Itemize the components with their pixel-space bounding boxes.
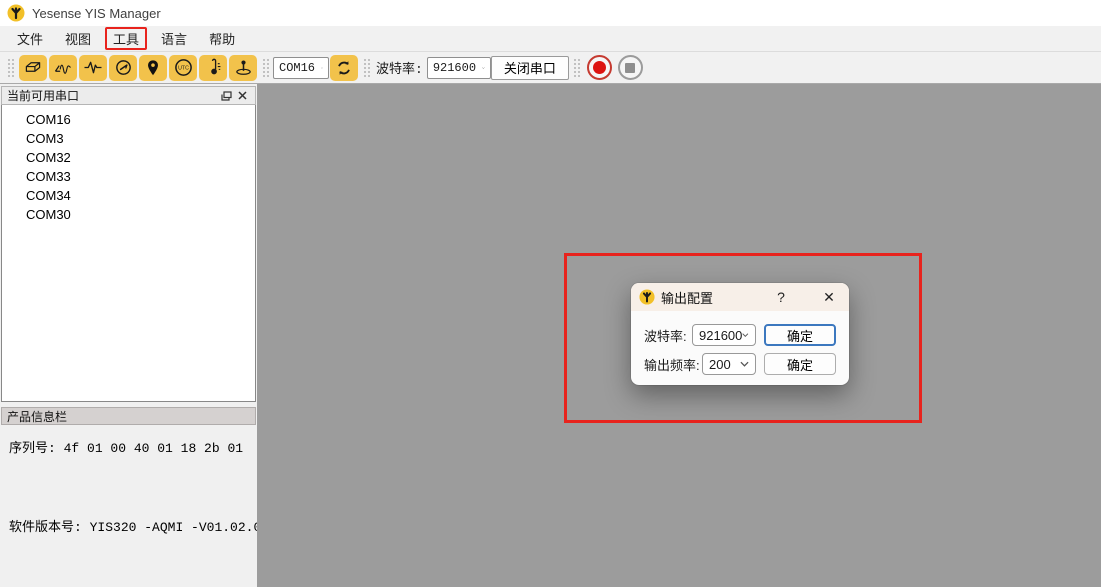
window-title: Yesense YIS Manager xyxy=(32,6,161,21)
close-icon xyxy=(238,91,247,100)
joystick-icon xyxy=(234,58,253,77)
toolbar-grip-handle[interactable] xyxy=(573,57,580,79)
toolbar-grip-handle[interactable] xyxy=(262,57,269,79)
menu-bar: 文件 视图 工具 语言 帮助 xyxy=(0,26,1101,52)
ports-panel-header: 当前可用串口 xyxy=(1,86,256,105)
menu-view[interactable]: 视图 xyxy=(57,27,99,50)
ports-panel-title: 当前可用串口 xyxy=(7,87,79,104)
gauge-icon xyxy=(114,58,133,77)
software-version-label: 软件版本号: xyxy=(9,520,82,535)
svg-text:UTC: UTC xyxy=(178,65,189,71)
utc-time-button[interactable]: UTC xyxy=(169,55,197,81)
dialog-output-rate-select[interactable]: 200 xyxy=(702,353,756,375)
serial-number-value: 4f 01 00 40 01 18 2b 01 xyxy=(64,441,243,456)
toolbar-grip-handle[interactable] xyxy=(363,57,370,79)
thermometer-icon xyxy=(204,58,223,77)
software-version-line: 软件版本号: YIS320 -AQMI -V01.02.03; xyxy=(9,516,248,535)
baud-rate-value: 921600 xyxy=(433,61,476,75)
serial-number-line: 序列号: 4f 01 00 40 01 18 2b 01 xyxy=(9,437,248,456)
dialog-body: 波特率: 921600 确定 输出频率: 200 xyxy=(631,311,849,375)
wave-angle-icon xyxy=(53,59,73,76)
refresh-ports-button[interactable] xyxy=(330,55,358,81)
workspace: 输出配置 ? ✕ 波特率: 921600 确定 xyxy=(257,84,1101,587)
location-pin-icon xyxy=(144,59,162,77)
view-3d-button[interactable] xyxy=(19,55,47,81)
dialog-close-button[interactable]: ✕ xyxy=(819,287,839,307)
record-button[interactable] xyxy=(587,55,612,80)
gauge-button[interactable] xyxy=(109,55,137,81)
product-info-area: 序列号: 4f 01 00 40 01 18 2b 01 软件版本号: YIS3… xyxy=(1,425,256,587)
dialog-baud-label: 波特率: xyxy=(644,326,687,345)
menu-help[interactable]: 帮助 xyxy=(201,27,243,50)
menu-language[interactable]: 语言 xyxy=(153,27,195,50)
utc-clock-icon: UTC xyxy=(174,58,193,77)
output-rate-row: 输出频率: 200 确定 xyxy=(644,353,836,375)
port-list-item[interactable]: COM3 xyxy=(2,129,255,148)
temperature-button[interactable] xyxy=(199,55,227,81)
port-list-item[interactable]: COM32 xyxy=(2,148,255,167)
waveform-icon xyxy=(83,59,103,76)
toolbar: UTC COM16 xyxy=(0,52,1101,84)
chevron-down-icon xyxy=(742,332,749,338)
menu-tools[interactable]: 工具 xyxy=(105,27,147,50)
baud-rate-select[interactable]: 921600 xyxy=(427,57,491,79)
app-window: Yesense YIS Manager 文件 视图 工具 语言 帮助 xyxy=(0,0,1101,587)
dialog-title-bar: 输出配置 ? ✕ xyxy=(631,283,849,311)
record-icon xyxy=(593,61,606,74)
left-dock-panel: 当前可用串口 COM16 COM3 COM32 CO xyxy=(0,84,257,587)
stop-icon xyxy=(625,63,635,73)
dialog-baud-select[interactable]: 921600 xyxy=(692,324,756,346)
close-panel-button[interactable] xyxy=(234,88,250,103)
serial-number-label: 序列号: xyxy=(9,441,56,456)
menu-file[interactable]: 文件 xyxy=(9,27,51,50)
float-panel-button[interactable] xyxy=(218,88,234,103)
refresh-icon xyxy=(335,59,353,77)
port-list-item[interactable]: COM30 xyxy=(2,205,255,224)
chevron-down-icon xyxy=(740,361,749,367)
dialog-title: 输出配置 xyxy=(661,288,765,307)
port-list-item[interactable]: COM34 xyxy=(2,186,255,205)
output-config-dialog: 输出配置 ? ✕ 波特率: 921600 确定 xyxy=(631,283,849,385)
baud-confirm-button[interactable]: 确定 xyxy=(764,324,836,346)
chevron-down-icon xyxy=(321,65,323,71)
port-list-item[interactable]: COM16 xyxy=(2,110,255,129)
toolbar-grip-handle[interactable] xyxy=(7,57,14,79)
product-info-header: 产品信息栏 xyxy=(1,407,256,425)
software-version-value: YIS320 -AQMI -V01.02.03; xyxy=(90,520,277,535)
close-serial-port-button[interactable]: 关闭串口 xyxy=(491,56,569,80)
chevron-down-icon xyxy=(482,65,485,71)
port-list-item[interactable]: COM33 xyxy=(2,167,255,186)
app-logo-icon xyxy=(639,289,655,305)
stop-button[interactable] xyxy=(618,55,643,80)
angle-wave-button[interactable] xyxy=(49,55,77,81)
output-rate-confirm-button[interactable]: 确定 xyxy=(764,353,836,375)
dialog-output-rate-value: 200 xyxy=(709,357,731,372)
waveform-button[interactable] xyxy=(79,55,107,81)
dialog-help-button[interactable]: ? xyxy=(771,287,791,307)
location-button[interactable] xyxy=(139,55,167,81)
port-select[interactable]: COM16 xyxy=(273,57,329,79)
dialog-baud-value: 921600 xyxy=(699,328,742,343)
title-bar: Yesense YIS Manager xyxy=(0,0,1101,26)
baud-rate-row: 波特率: 921600 确定 xyxy=(644,324,836,346)
baud-rate-label: 波特率: xyxy=(376,58,423,77)
port-select-value: COM16 xyxy=(279,61,315,75)
app-logo-icon xyxy=(7,4,25,22)
cube-3d-icon xyxy=(23,59,43,76)
product-info-title: 产品信息栏 xyxy=(7,408,67,425)
float-window-icon xyxy=(221,91,232,101)
dialog-output-rate-label: 输出频率: xyxy=(644,355,700,374)
serial-port-list: COM16 COM3 COM32 COM33 COM34 COM30 xyxy=(1,105,256,402)
joystick-button[interactable] xyxy=(229,55,257,81)
